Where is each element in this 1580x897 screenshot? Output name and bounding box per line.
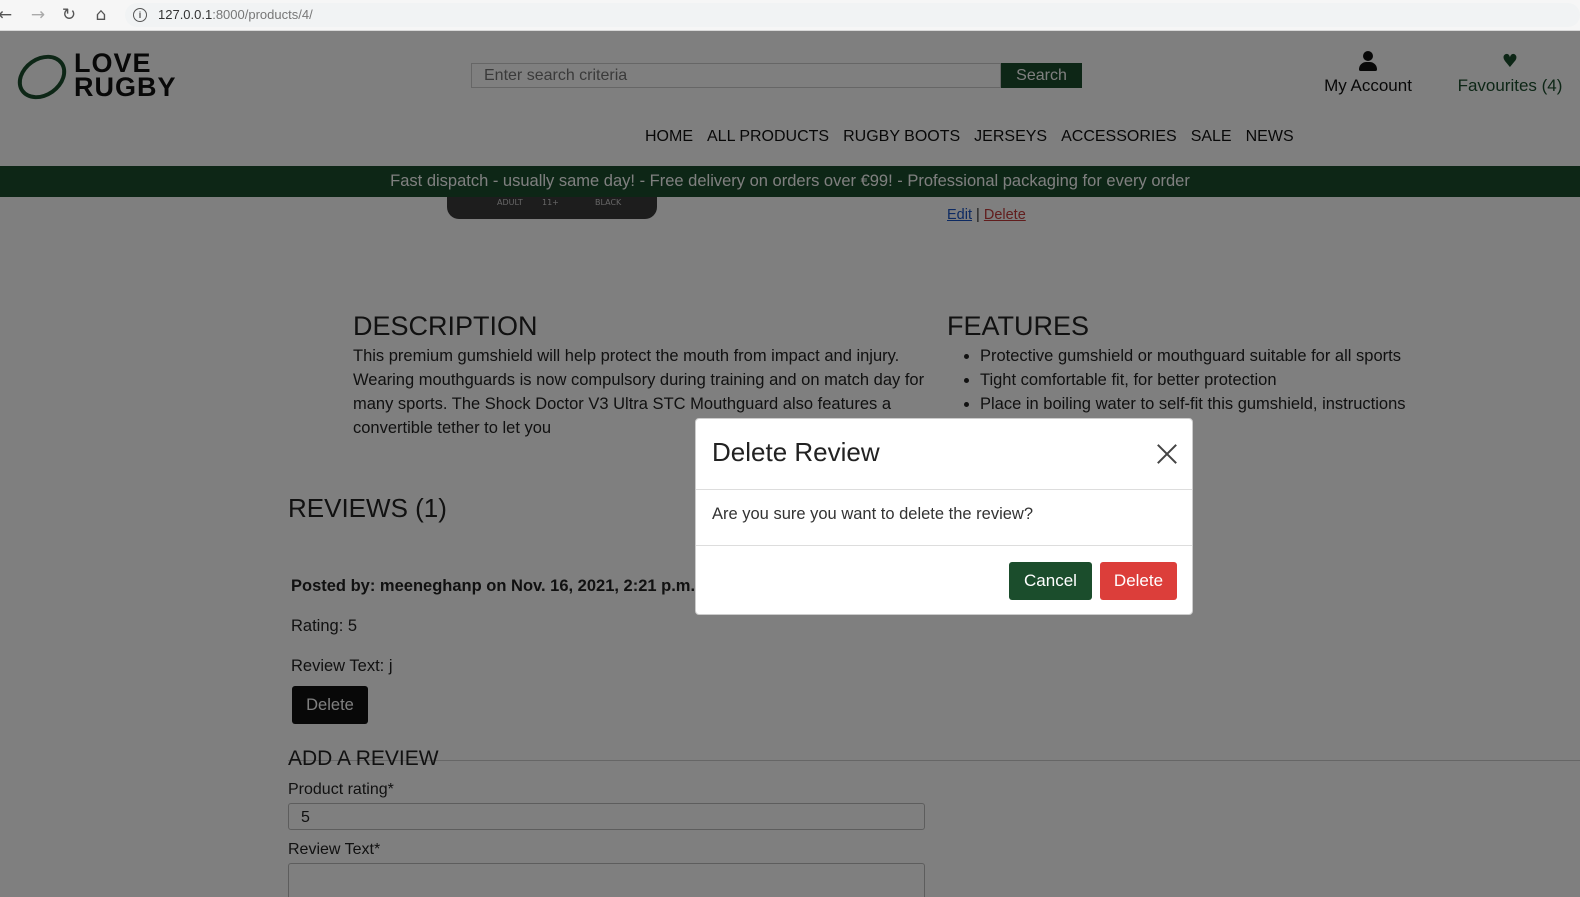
url-text: 127.0.0.1:8000/products/4/: [158, 3, 313, 27]
url-path: :8000/products/4/: [212, 7, 313, 22]
confirm-delete-button[interactable]: Delete: [1100, 562, 1177, 600]
modal-title: Delete Review: [712, 437, 880, 467]
close-icon[interactable]: [1156, 443, 1178, 465]
delete-review-modal: Delete Review Are you sure you want to d…: [695, 418, 1193, 615]
forward-arrow-icon[interactable]: →: [27, 4, 49, 26]
modal-body-text: Are you sure you want to delete the revi…: [712, 505, 1034, 523]
back-arrow-icon[interactable]: ←: [0, 4, 16, 26]
address-bar[interactable]: i 127.0.0.1:8000/products/4/: [125, 3, 1580, 27]
url-host: 127.0.0.1: [158, 7, 213, 22]
modal-divider: [696, 545, 1192, 546]
home-icon[interactable]: ⌂: [90, 4, 112, 26]
reload-icon[interactable]: ↻: [58, 4, 80, 26]
browser-toolbar: ← → ↻ ⌂ i 127.0.0.1:8000/products/4/: [0, 0, 1580, 31]
modal-divider: [696, 489, 1192, 490]
cancel-button[interactable]: Cancel: [1009, 562, 1092, 600]
site-info-icon[interactable]: i: [133, 8, 147, 22]
